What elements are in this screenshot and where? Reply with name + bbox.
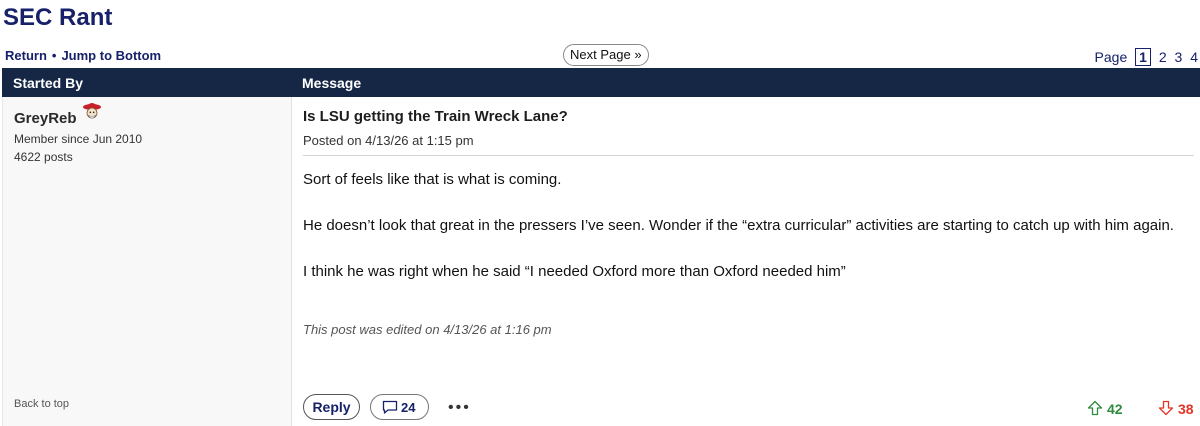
page-link-2[interactable]: 2 xyxy=(1159,49,1167,65)
author-panel: GreyReb Member since Jun 2010 4622 posts… xyxy=(2,97,292,426)
back-to-top-link[interactable]: Back to top xyxy=(14,398,69,410)
post-count: 4622 posts xyxy=(14,150,73,164)
member-since: Member since Jun 2010 xyxy=(14,132,143,146)
message-panel: Is LSU getting the Train Wreck Lane? Pos… xyxy=(303,97,1196,426)
post-paragraph: I think he was right when he said “I nee… xyxy=(303,263,846,280)
reply-button[interactable]: Reply xyxy=(303,394,360,420)
more-options-button[interactable]: ••• xyxy=(448,399,471,417)
page-label: Page xyxy=(1094,49,1128,65)
arrow-down-icon xyxy=(1158,400,1174,416)
return-link[interactable]: Return xyxy=(5,48,47,63)
arrow-up-icon xyxy=(1087,400,1103,416)
page-link-1[interactable]: 1 xyxy=(1135,48,1151,66)
rebel-mascot-icon xyxy=(81,100,103,122)
comment-bubble-icon xyxy=(382,400,398,417)
downvote-button[interactable]: 38 xyxy=(1158,400,1194,417)
post-timestamp: Posted on 4/13/26 at 1:15 pm xyxy=(303,133,474,148)
nav-separator: • xyxy=(51,48,57,63)
downvote-count: 38 xyxy=(1178,401,1194,417)
author-username[interactable]: GreyReb xyxy=(14,110,77,127)
post-paragraph: Sort of feels like that is what is comin… xyxy=(303,171,562,188)
post-title: Is LSU getting the Train Wreck Lane? xyxy=(303,108,568,125)
divider xyxy=(303,155,1194,156)
upvote-button[interactable]: 42 xyxy=(1087,400,1123,417)
next-page-button[interactable]: Next Page » xyxy=(563,44,649,66)
upvote-count: 42 xyxy=(1107,401,1123,417)
thread-nav: Return • Jump to Bottom xyxy=(5,48,161,63)
comment-count: 24 xyxy=(401,400,416,415)
message-header: Message xyxy=(302,75,362,91)
table-header: Started By Message xyxy=(2,68,1200,97)
post-paragraph: He doesn’t look that great in the presse… xyxy=(303,217,1174,234)
page-link-3[interactable]: 3 xyxy=(1175,49,1183,65)
edited-note: This post was edited on 4/13/26 at 1:16 … xyxy=(303,322,552,337)
jump-to-bottom-link[interactable]: Jump to Bottom xyxy=(61,48,161,63)
board-title[interactable]: SEC Rant xyxy=(3,4,112,32)
pagination: Page 1 2 3 4 xyxy=(1095,48,1198,66)
page-link-4[interactable]: 4 xyxy=(1190,49,1198,65)
started-by-header: Started By xyxy=(13,75,84,91)
comments-button[interactable]: 24 xyxy=(370,394,429,420)
